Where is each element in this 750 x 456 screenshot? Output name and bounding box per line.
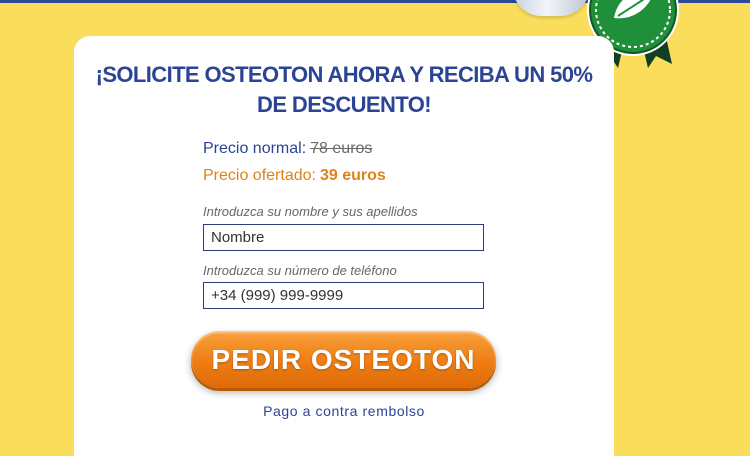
order-button[interactable]: PEDIR OSTEOTON — [191, 331, 496, 388]
offer-price-label: Precio ofertado: — [203, 167, 316, 184]
normal-price: Precio normal: 78 euros — [203, 140, 372, 158]
order-button-label: PEDIR OSTEOTON — [211, 343, 476, 375]
offer-price: Precio ofertado: 39 euros — [203, 167, 386, 185]
order-card: ¡SOLICITE OSTEOTON AHORA Y RECIBA UN 50%… — [74, 36, 614, 456]
name-field-label: Introduzca su nombre y sus apellidos — [203, 204, 418, 219]
normal-price-value: 78 euros — [310, 140, 373, 157]
offer-price-value: 39 euros — [319, 167, 386, 184]
normal-price-label: Precio normal: — [203, 140, 307, 157]
name-input[interactable] — [203, 224, 484, 251]
phone-field-label: Introduzca su número de teléfono — [203, 263, 397, 278]
phone-input[interactable] — [203, 282, 484, 309]
order-headline: ¡SOLICITE OSTEOTON AHORA Y RECIBA UN 50%… — [95, 62, 593, 117]
payment-note: Pago a contra rembolso — [263, 403, 425, 419]
